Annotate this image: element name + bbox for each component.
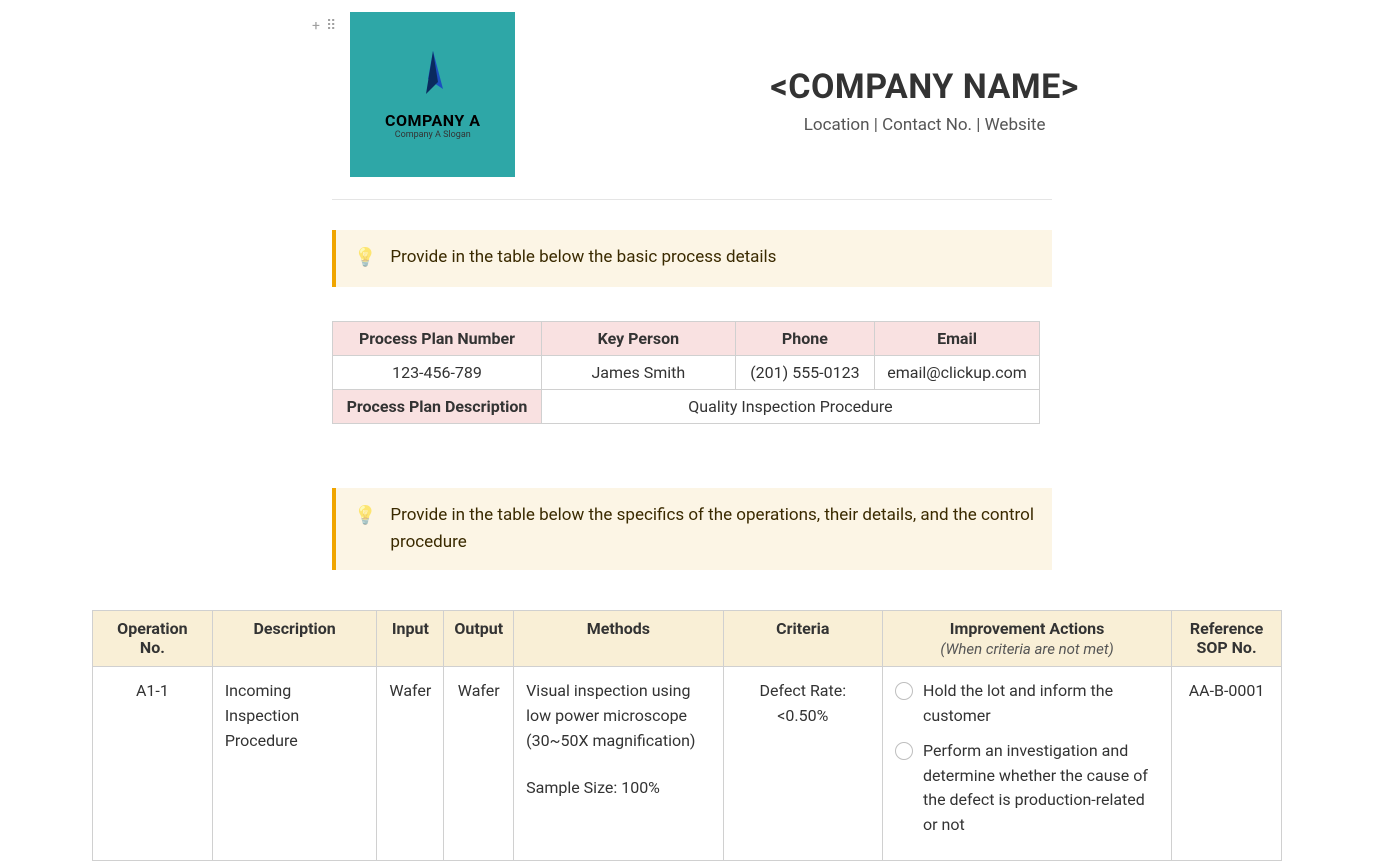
- lightbulb-icon: 💡: [354, 502, 376, 531]
- action-item-0[interactable]: Hold the lot and inform the customer: [895, 679, 1159, 729]
- cell-description[interactable]: Incoming Inspection Procedure: [212, 667, 377, 861]
- cell-op-no[interactable]: A1-1: [93, 667, 213, 861]
- th-input: Input: [377, 611, 444, 667]
- cell-output[interactable]: Wafer: [444, 667, 514, 861]
- cell-plan-number[interactable]: 123-456-789: [333, 355, 542, 389]
- lightbulb-icon: 💡: [354, 244, 376, 273]
- company-contact-line[interactable]: Location | Contact No. | Website: [515, 115, 1334, 135]
- operations-table[interactable]: Operation No. Description Input Output M…: [92, 610, 1282, 861]
- logo-mark-icon: [408, 49, 458, 109]
- action-text-0: Hold the lot and inform the customer: [923, 679, 1159, 729]
- cell-criteria[interactable]: Defect Rate: <0.50%: [723, 667, 882, 861]
- cell-email[interactable]: email@clickup.com: [875, 355, 1040, 389]
- th-plan-description: Process Plan Description: [333, 389, 542, 423]
- action-item-1[interactable]: Perform an investigation and determine w…: [895, 739, 1159, 838]
- drag-handle-icon[interactable]: ⠿: [326, 18, 336, 34]
- th-actions: Improvement Actions (When criteria are n…: [883, 611, 1172, 667]
- header-divider: [332, 199, 1052, 200]
- document-page: + ⠿ COMPANY A Company A Slogan <COMPANY …: [0, 0, 1374, 861]
- logo-company-text: COMPANY A: [385, 111, 480, 130]
- th-output: Output: [444, 611, 514, 667]
- process-details-table[interactable]: Process Plan Number Key Person Phone Ema…: [332, 321, 1040, 424]
- th-email: Email: [875, 321, 1040, 355]
- th-op-no: Operation No.: [93, 611, 213, 667]
- th-ref-sop: Reference SOP No.: [1172, 611, 1282, 667]
- callout-operations[interactable]: 💡 Provide in the table below the specifi…: [332, 488, 1052, 570]
- company-logo-tile[interactable]: COMPANY A Company A Slogan: [350, 12, 515, 177]
- logo-slogan: Company A Slogan: [395, 130, 471, 140]
- callout-text-1: Provide in the table below the basic pro…: [390, 244, 776, 271]
- th-key-person: Key Person: [541, 321, 735, 355]
- cell-ref-sop[interactable]: AA-B-0001: [1172, 667, 1282, 861]
- process-values-row: 123-456-789 James Smith (201) 555-0123 e…: [333, 355, 1040, 389]
- th-phone: Phone: [735, 321, 874, 355]
- company-name-title[interactable]: <COMPANY NAME>: [515, 67, 1334, 107]
- process-headers-row: Process Plan Number Key Person Phone Ema…: [333, 321, 1040, 355]
- radio-unchecked-icon[interactable]: [895, 742, 913, 760]
- action-text-1: Perform an investigation and determine w…: [923, 739, 1159, 838]
- ops-header-row: Operation No. Description Input Output M…: [93, 611, 1282, 667]
- th-criteria: Criteria: [723, 611, 882, 667]
- cell-phone[interactable]: (201) 555-0123: [735, 355, 874, 389]
- header-row: + ⠿ COMPANY A Company A Slogan <COMPANY …: [312, 12, 1374, 177]
- th-description: Description: [212, 611, 377, 667]
- criteria-line-1: Defect Rate:: [736, 679, 870, 704]
- th-plan-number: Process Plan Number: [333, 321, 542, 355]
- ops-row-0: A1-1 Incoming Inspection Procedure Wafer…: [93, 667, 1282, 861]
- methods-line-2: Sample Size: 100%: [526, 776, 710, 801]
- th-actions-label: Improvement Actions: [950, 619, 1105, 638]
- cell-input[interactable]: Wafer: [377, 667, 444, 861]
- th-methods: Methods: [514, 611, 723, 667]
- add-block-icon[interactable]: +: [312, 18, 320, 34]
- operations-table-wrap: Operation No. Description Input Output M…: [92, 610, 1282, 861]
- methods-line-1: Visual inspection using low power micros…: [526, 679, 710, 753]
- company-title-block: <COMPANY NAME> Location | Contact No. | …: [515, 67, 1374, 135]
- callout-text-2: Provide in the table below the specifics…: [390, 502, 1034, 556]
- cell-key-person[interactable]: James Smith: [541, 355, 735, 389]
- process-description-row: Process Plan Description Quality Inspect…: [333, 389, 1040, 423]
- cell-methods[interactable]: Visual inspection using low power micros…: [514, 667, 723, 861]
- cell-plan-description[interactable]: Quality Inspection Procedure: [541, 389, 1039, 423]
- callout-process-details[interactable]: 💡 Provide in the table below the basic p…: [332, 230, 1052, 287]
- th-actions-sub: (When criteria are not met): [893, 640, 1161, 658]
- radio-unchecked-icon[interactable]: [895, 682, 913, 700]
- cell-actions[interactable]: Hold the lot and inform the customer Per…: [883, 667, 1172, 861]
- criteria-line-2: <0.50%: [736, 704, 870, 729]
- block-controls: + ⠿: [312, 18, 336, 34]
